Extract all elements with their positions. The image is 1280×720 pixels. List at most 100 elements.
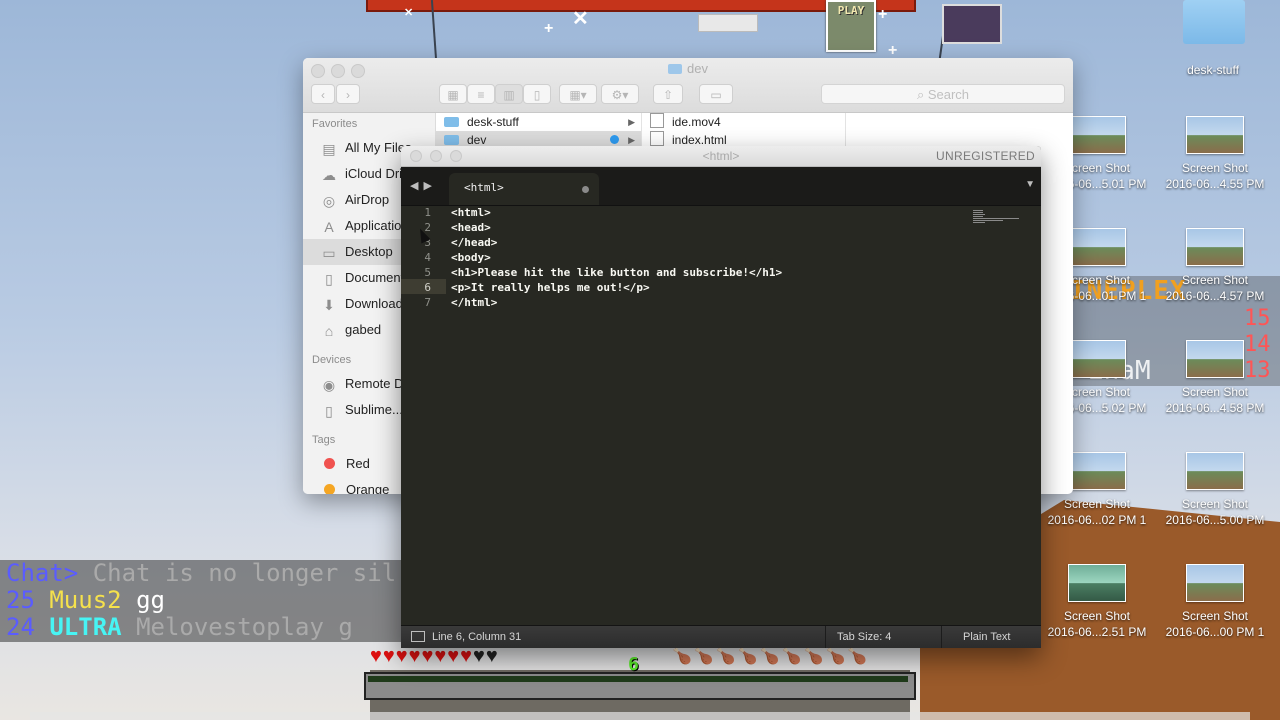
sublime-titlebar: <html> UNREGISTERED: [401, 146, 1041, 167]
xp-bar: [368, 676, 908, 682]
forward-button[interactable]: ›: [336, 84, 360, 104]
code-line[interactable]: </head>: [451, 236, 497, 249]
red-tag-icon: [324, 458, 335, 469]
tags-button[interactable]: ▭: [699, 84, 733, 104]
desktop-file[interactable]: Screen Shot 2016-06...5.00 PM: [1155, 452, 1275, 528]
action-button[interactable]: ⚙▾: [601, 84, 639, 104]
game-sign: [698, 14, 758, 32]
desktop-file-label: Screen Shot 2016-06...00 PM 1: [1165, 609, 1265, 639]
desktop-file[interactable]: Screen Shot 2016-06...4.55 PM: [1155, 116, 1275, 192]
tab-html[interactable]: <html>: [449, 173, 599, 205]
desktop-file[interactable]: Screen Shot 2016-06...4.57 PM: [1155, 228, 1275, 304]
macos-dock[interactable]: [30, 712, 1250, 720]
desktop-file-label: Screen Shot 2016-06...5.00 PM: [1165, 497, 1265, 527]
desktop-file-label: Screen Shot 2016-06...4.57 PM: [1165, 273, 1265, 303]
code-editor[interactable]: 1 <html> 2 <head> 3 </head> 4 <body> 5 <…: [401, 204, 1041, 626]
desktop-file-label: Screen Shot 2016-06...4.55 PM: [1165, 161, 1265, 191]
desktop-folder-label: desk-stuff: [1187, 63, 1239, 77]
blue-tag-icon: [610, 135, 619, 144]
column-view-button[interactable]: ▥: [495, 84, 523, 104]
back-button[interactable]: ‹: [311, 84, 335, 104]
registration-label: UNREGISTERED: [936, 149, 1035, 163]
status-bar: Line 6, Column 31 Tab Size: 4 Plain Text: [401, 625, 1041, 648]
chat-line: 25 Muus2 gg: [6, 586, 165, 614]
sidebar-section-header: Favorites: [312, 118, 358, 130]
chat-line: 24 ULTRA Melovestoplay g: [6, 613, 353, 641]
cover-flow-button[interactable]: ▯: [523, 84, 551, 104]
line-number: 5: [424, 266, 431, 279]
divider: [825, 626, 826, 648]
chevron-right-icon: ›: [346, 88, 350, 102]
search-field[interactable]: ⌕ Search: [821, 84, 1065, 104]
tag-icon: ▭: [710, 88, 722, 102]
divider: [941, 626, 942, 648]
finder-title: dev: [303, 61, 1073, 76]
chevron-right-icon[interactable]: ▶: [423, 180, 436, 192]
arrange-icon: ▦▾: [569, 88, 587, 102]
applications-icon: A: [324, 219, 334, 235]
search-icon: ⌕: [916, 87, 925, 102]
cloud-icon: ☁: [322, 167, 336, 183]
list-view-button[interactable]: ≡: [467, 84, 495, 104]
desktop-file-label: Screen Shot 2016-06...2.51 PM: [1047, 609, 1147, 639]
code-line[interactable]: <body>: [451, 251, 491, 264]
tab-dropdown-icon[interactable]: ▼: [1025, 179, 1035, 190]
tab-label: <html>: [464, 181, 504, 194]
desktop-folder[interactable]: desk-stuff: [1153, 56, 1273, 78]
list-item[interactable]: desk-stuff ▶: [436, 113, 641, 131]
all-files-icon: ▤: [322, 141, 336, 157]
desktop-icon: ▭: [322, 245, 336, 261]
screenshot-thumbnail: [1068, 340, 1126, 378]
desktop-file-label: Screen Shot 2016-06...02 PM 1: [1047, 497, 1147, 527]
home-icon: ⌂: [324, 323, 334, 339]
line-number: 4: [424, 251, 431, 264]
desktop-file[interactable]: Screen Shot 2016-06...00 PM 1: [1155, 564, 1275, 640]
minimap[interactable]: [973, 210, 1021, 224]
tab-bar: ◀▶ <html> ▼: [401, 167, 1041, 206]
grid-icon: ▦: [447, 88, 459, 102]
screenshot-thumbnail: [1068, 452, 1126, 490]
folder-icon: [444, 117, 459, 127]
orange-tag-icon: [324, 484, 335, 494]
drive-icon: ▯: [325, 403, 333, 419]
tab-size-selector[interactable]: Tab Size: 4: [837, 631, 891, 643]
screenshot-thumbnail: [1186, 564, 1244, 602]
desktop-file[interactable]: Screen Shot 2016-06...4.58 PM: [1155, 340, 1275, 416]
hunger-bar: 🍗🍗🍗🍗🍗🍗🍗🍗🍗: [672, 648, 870, 665]
panel-toggle-icon[interactable]: [411, 631, 425, 642]
desktop-folder-icon[interactable]: [1183, 0, 1245, 44]
share-icon: ⇧: [662, 88, 674, 102]
folder-icon: [668, 64, 683, 74]
code-line[interactable]: </html>: [451, 296, 497, 309]
code-line[interactable]: <html>: [451, 206, 491, 219]
arrange-button[interactable]: ▦▾: [559, 84, 597, 104]
desktop-file-label: Screen Shot 2016-06...4.58 PM: [1165, 385, 1265, 415]
syntax-selector[interactable]: Plain Text: [963, 631, 1011, 643]
list-item[interactable]: ide.mov4: [642, 113, 845, 131]
unsaved-dot-icon[interactable]: [582, 186, 589, 193]
cursor-position: Line 6, Column 31: [432, 631, 522, 643]
gear-icon: ⚙▾: [611, 88, 629, 102]
code-line[interactable]: <head>: [451, 221, 491, 234]
line-number: 6: [424, 281, 431, 294]
code-line[interactable]: <p>It really helps me out!</p>: [451, 281, 650, 294]
sparkle-icon: +: [544, 20, 554, 37]
sparkle-icon: ✕: [572, 8, 589, 30]
chevron-left-icon[interactable]: ◀: [410, 180, 423, 192]
icon-view-button[interactable]: ▦: [439, 84, 467, 104]
screenshot-thumbnail: [1068, 116, 1126, 154]
screenshot-thumbnail: [1068, 564, 1126, 602]
share-button[interactable]: ⇧: [653, 84, 683, 104]
disc-icon: ◉: [322, 377, 336, 393]
code-line[interactable]: <h1>Please hit the like button and subsc…: [451, 266, 782, 279]
tab-nav-arrows[interactable]: ◀▶: [410, 179, 437, 192]
sublime-window: <html> UNREGISTERED ◀▶ <html> ▼ 1 <html>…: [401, 146, 1041, 648]
desktop-file[interactable]: Screen Shot 2016-06...2.51 PM: [1037, 564, 1157, 640]
screenshot-thumbnail: [1186, 452, 1244, 490]
screenshot-thumbnail: [1068, 228, 1126, 266]
cover-flow-icon: ▯: [533, 88, 541, 102]
finder-toolbar: dev ‹ › ▦ ≡ ▥ ▯ ▦▾ ⚙▾ ⇧ ▭ ⌕ Search: [303, 58, 1073, 113]
sparkle-icon: ✕: [404, 7, 414, 19]
line-number: 1: [424, 206, 431, 219]
downloads-icon: ⬇: [323, 297, 335, 313]
